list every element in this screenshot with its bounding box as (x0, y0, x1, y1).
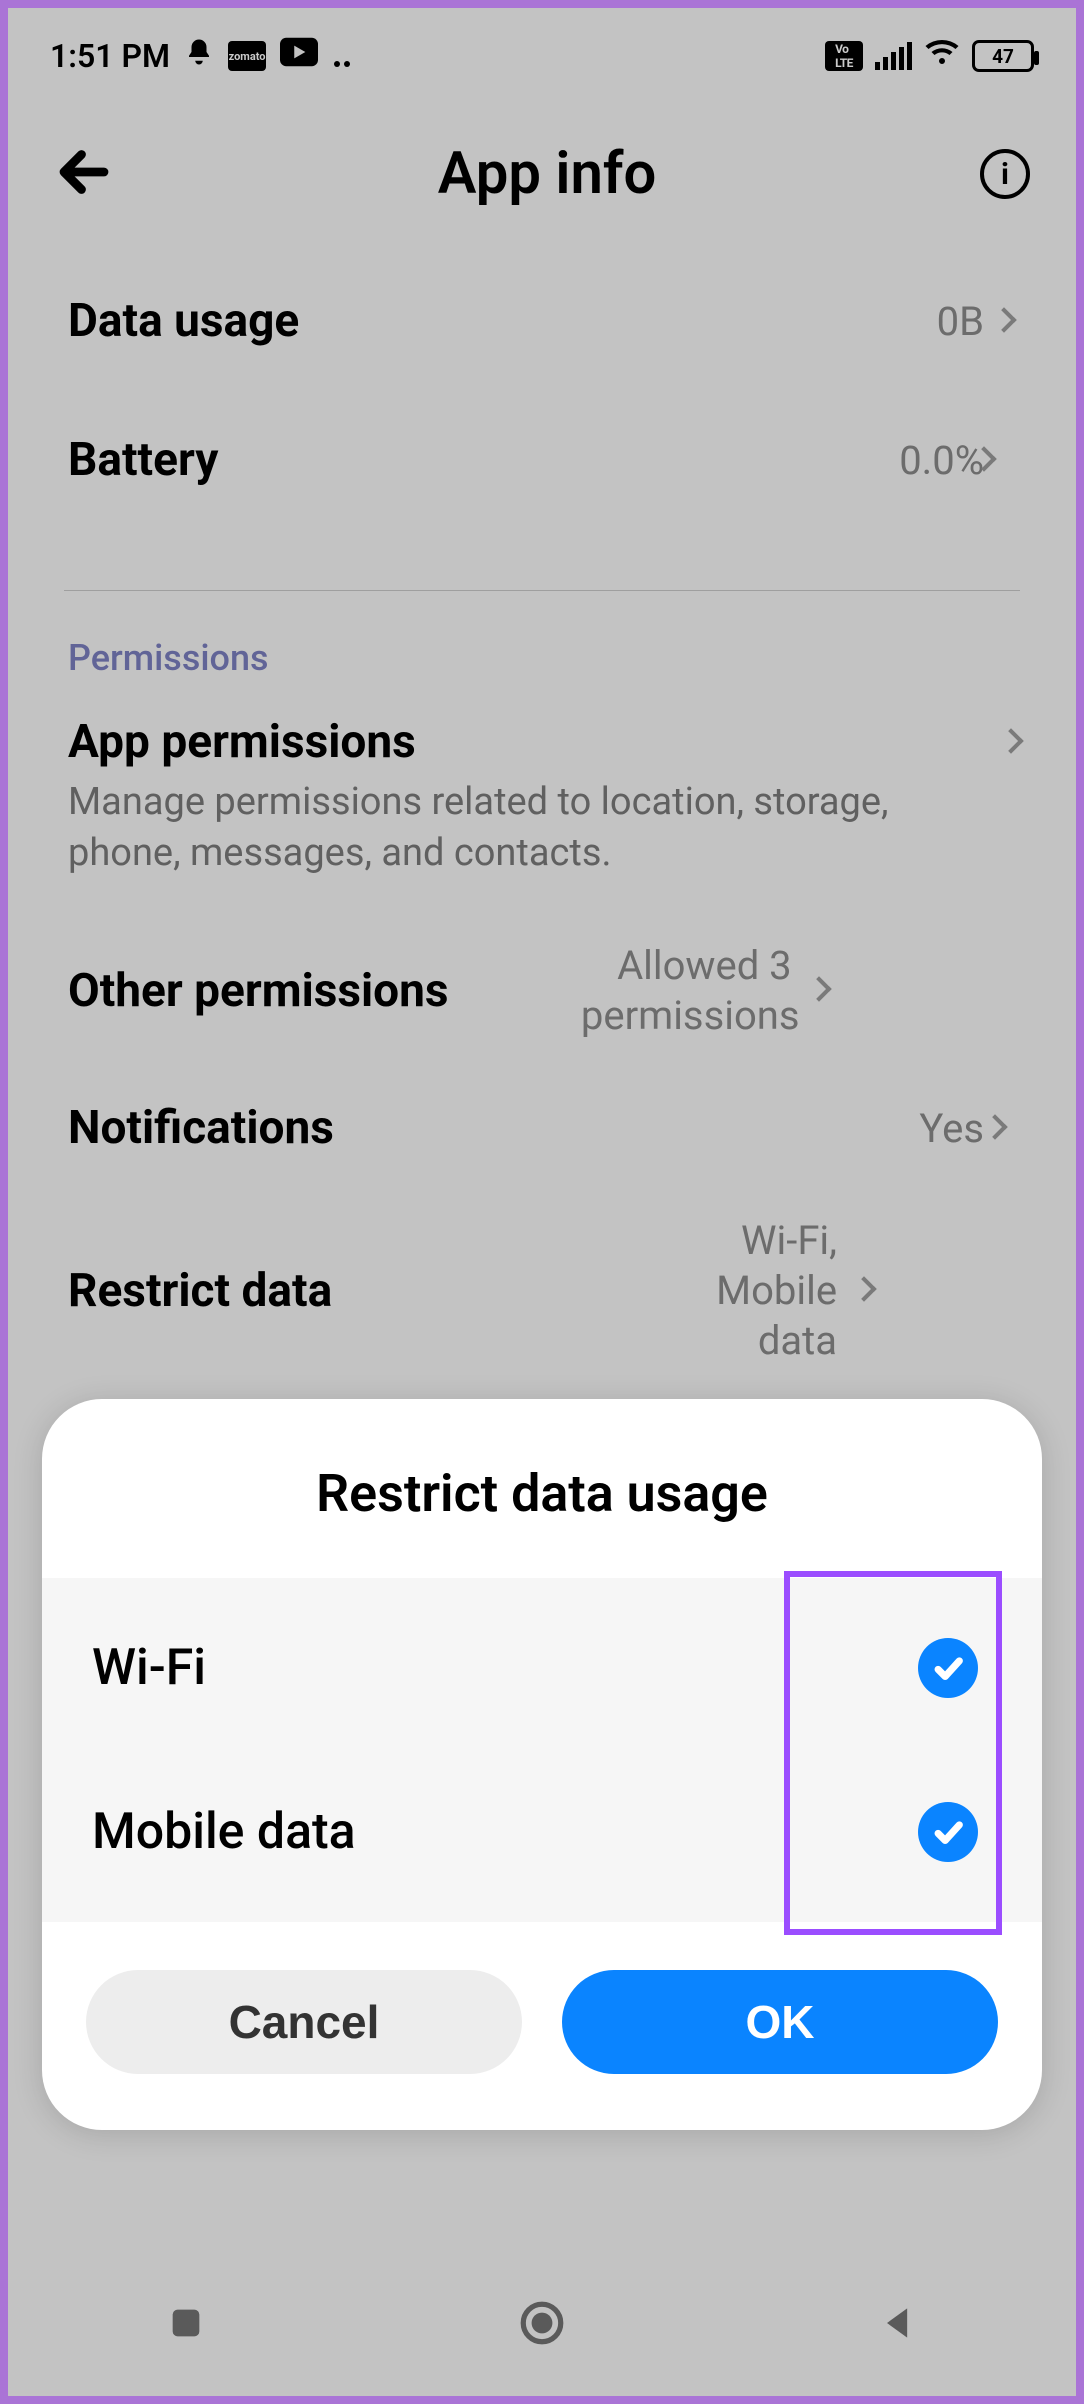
row-label: Restrict data (68, 1264, 332, 1319)
dialog-restrict-data-usage: Restrict data usage Wi-Fi Mobile data Ca… (42, 1399, 1042, 2130)
chevron-right-icon (986, 1118, 1004, 1140)
row-label: Data usage (68, 294, 299, 349)
option-mobile-data[interactable]: Mobile data (42, 1750, 1042, 1914)
bell-icon (184, 37, 214, 75)
row-value: Yes (919, 1104, 967, 1154)
row-label: App permissions (68, 715, 416, 770)
row-value: Wi-Fi, Mobile data (668, 1216, 837, 1366)
nav-recents-button[interactable] (159, 2296, 213, 2350)
chevron-right-icon (995, 311, 1013, 333)
more-icon (332, 37, 352, 75)
row-description: Manage permissions related to location, … (8, 777, 1076, 912)
youtube-icon (280, 37, 318, 75)
app-badge-icon: zomato (228, 41, 266, 71)
option-label: Mobile data (92, 1803, 356, 1861)
dialog-title: Restrict data usage (42, 1399, 1042, 1578)
ok-button[interactable]: OK (562, 1970, 998, 2074)
checkbox-checked-icon[interactable] (918, 1802, 978, 1862)
signal-icon (875, 42, 912, 70)
row-value: 0.0% (899, 436, 957, 486)
volte-icon: VoLTE (825, 41, 863, 71)
checkbox-checked-icon[interactable] (918, 1638, 978, 1698)
status-time: 1:51 PM (50, 37, 170, 75)
cancel-button[interactable]: Cancel (86, 1970, 522, 2074)
info-icon[interactable]: i (980, 149, 1030, 199)
nav-back-button[interactable] (871, 2296, 925, 2350)
row-app-permissions[interactable]: App permissions (8, 709, 1076, 776)
chevron-right-icon (855, 1280, 873, 1302)
section-header-permissions: Permissions (8, 621, 1076, 709)
status-bar: 1:51 PM zomato VoLTE 47 (8, 8, 1076, 104)
option-label: Wi-Fi (92, 1639, 206, 1697)
row-other-permissions[interactable]: Other permissions Allowed 3 permissions (8, 911, 1076, 1071)
row-value: 0B (937, 297, 977, 347)
chevron-right-icon (975, 450, 993, 472)
nav-home-button[interactable] (515, 2296, 569, 2350)
chevron-right-icon (1002, 732, 1020, 754)
divider (64, 590, 1020, 591)
option-wifi[interactable]: Wi-Fi (42, 1586, 1042, 1750)
row-restrict-data[interactable]: Restrict data Wi-Fi, Mobile data (8, 1186, 1076, 1396)
system-nav-bar (8, 2250, 1076, 2396)
chevron-right-icon (810, 980, 828, 1002)
row-data-usage[interactable]: Data usage 0B (8, 264, 1076, 379)
row-notifications[interactable]: Notifications Yes (8, 1071, 1076, 1186)
row-value: Allowed 3 permissions (581, 941, 792, 1041)
row-label: Notifications (68, 1101, 334, 1156)
row-battery[interactable]: Battery 0.0% (8, 379, 1076, 542)
row-label: Other permissions (68, 964, 449, 1019)
wifi-icon (924, 34, 960, 78)
back-button[interactable] (54, 142, 114, 206)
page-title: App info (114, 140, 980, 208)
row-label: Battery (68, 433, 218, 488)
battery-icon: 47 (972, 40, 1034, 72)
